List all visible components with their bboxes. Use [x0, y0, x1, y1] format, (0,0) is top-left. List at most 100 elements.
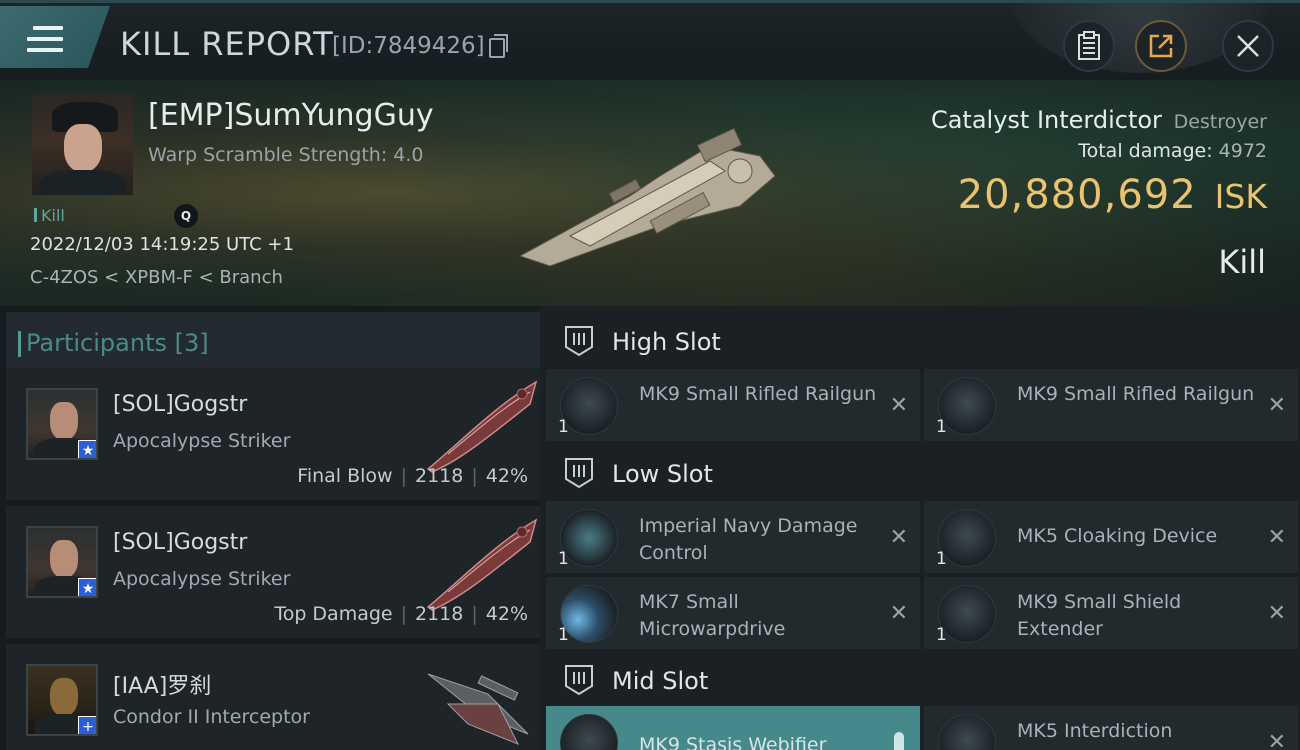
module-item[interactable]: 1 MK5 Cloaking Device ✕: [924, 501, 1298, 573]
remove-icon[interactable]: ✕: [1268, 525, 1286, 550]
participant-card[interactable]: ★ [SOL]Gogstr Apocalypse Striker Top Dam…: [6, 506, 540, 638]
victim-ship-name[interactable]: Catalyst Interdictor Destroyer: [931, 106, 1267, 134]
total-damage-value: 4972: [1218, 140, 1267, 162]
remove-icon[interactable]: ✕: [890, 601, 908, 626]
participants-title: Participants [3]: [18, 329, 209, 357]
report-id: [ID:7849426]: [332, 33, 485, 59]
module-item[interactable]: 1 MK9 Small Shield Extender ✕: [924, 577, 1298, 649]
total-damage-label: Total damage:: [1078, 140, 1213, 162]
victim-banner: [EMP]SumYungGuy Warp Scramble Strength: …: [0, 80, 1300, 306]
module-name: MK5 Cloaking Device: [1017, 525, 1218, 547]
victim-ship-image: [518, 127, 776, 267]
fitting-panel: High Slot 1 MK9 Small Rifled Railgun ✕ 1…: [540, 306, 1300, 750]
total-damage: Total damage: 4972: [1078, 140, 1267, 162]
victim-subtitle: Warp Scramble Strength: 4.0: [148, 144, 424, 166]
participant-percent: 42%: [485, 465, 528, 487]
high-slot-label: High Slot: [612, 328, 721, 356]
participants-panel: Participants [3] ★ [SOL]Gogstr Apocalyps…: [0, 306, 540, 750]
share-button[interactable]: [1135, 20, 1187, 72]
participant-ship: Apocalypse Striker: [113, 568, 291, 590]
participant-damage: 2118: [415, 603, 464, 625]
ship-class: Destroyer: [1173, 111, 1267, 133]
participant-name: [SOL]Gogstr: [113, 392, 248, 417]
participant-role: Final Blow: [297, 465, 393, 487]
slot-icon: [565, 665, 593, 696]
q-badge-icon[interactable]: Q: [174, 204, 198, 228]
menu-button[interactable]: [0, 6, 110, 68]
participant-stats: Top Damage | 2118 | 42%: [274, 603, 528, 625]
module-qty: 1: [936, 549, 947, 569]
participant-name: [SOL]Gogstr: [113, 530, 248, 555]
module-item[interactable]: 1 Imperial Navy Damage Control ✕: [546, 501, 920, 573]
participant-ship-image: [426, 518, 538, 611]
victim-name[interactable]: [EMP]SumYungGuy: [148, 98, 434, 133]
participant-ship: Apocalypse Striker: [113, 430, 291, 452]
module-name: MK9 Small Rifled Railgun: [1017, 383, 1255, 405]
module-item[interactable]: 1 MK9 Small Rifled Railgun ✕: [546, 369, 920, 441]
high-slot-header: High Slot: [546, 310, 1300, 370]
star-icon: ★: [78, 578, 96, 596]
module-item[interactable]: 1 MK9 Small Rifled Railgun ✕: [924, 369, 1298, 441]
kill-datetime: 2022/12/03 14:19:25 UTC +1: [30, 234, 294, 255]
slot-icon: [565, 326, 593, 357]
module-qty: 1: [936, 417, 947, 437]
module-item[interactable]: 1 MK7 Small Microwarpdrive ✕: [546, 577, 920, 649]
ship-name-text: Catalyst Interdictor: [930, 106, 1162, 134]
close-icon: [1237, 35, 1259, 57]
participant-role: Top Damage: [274, 603, 393, 625]
participant-damage: 2118: [415, 465, 464, 487]
module-item[interactable]: MK5 Interdiction ✕: [924, 706, 1298, 750]
participant-ship: Condor II Interceptor: [113, 706, 310, 728]
module-item[interactable]: MK9 Stasis Webifier: [546, 706, 920, 750]
participant-ship-image: [427, 673, 529, 745]
participant-stats: Final Blow | 2118 | 42%: [297, 465, 528, 487]
person-icon: [894, 732, 904, 750]
participant-card[interactable]: + [IAA]罗刹 Condor II Interceptor: [6, 644, 540, 750]
remove-icon[interactable]: ✕: [1268, 601, 1286, 626]
page-title: KILL REPORT: [120, 25, 334, 63]
module-name: MK7 Small Microwarpdrive: [639, 591, 786, 640]
isk-amount: 20,880,692: [957, 172, 1197, 218]
remove-icon[interactable]: ✕: [890, 525, 908, 550]
module-name: MK9 Small Shield Extender: [1017, 591, 1182, 640]
close-button[interactable]: [1222, 20, 1274, 72]
remove-icon[interactable]: ✕: [890, 393, 908, 418]
mid-slot-label: Mid Slot: [612, 667, 709, 695]
module-name: MK9 Stasis Webifier: [639, 734, 827, 750]
module-qty: 1: [558, 625, 569, 645]
avatar[interactable]: ★: [26, 526, 98, 598]
plus-icon: +: [78, 716, 96, 734]
clipboard-icon: [1078, 31, 1100, 60]
module-qty: 1: [558, 417, 569, 437]
avatar[interactable]: +: [26, 664, 98, 736]
isk-value: 20,880,692 ISK: [958, 172, 1267, 218]
remove-icon[interactable]: ✕: [1268, 730, 1286, 750]
module-name: MK9 Small Rifled Railgun: [639, 383, 877, 405]
copy-icon[interactable]: [489, 34, 508, 58]
menu-icon: [27, 26, 63, 59]
victim-portrait[interactable]: [32, 94, 133, 195]
clipboard-button[interactable]: [1063, 20, 1115, 72]
stasis-webifier-icon: [560, 714, 618, 750]
avatar[interactable]: ★: [26, 388, 98, 460]
slot-icon: [565, 458, 593, 489]
mid-slot-header: Mid Slot: [546, 649, 1300, 709]
remove-icon[interactable]: ✕: [1268, 393, 1286, 418]
kill-tag: Kill: [34, 206, 65, 225]
low-slot-label: Low Slot: [612, 460, 713, 488]
participants-header[interactable]: Participants [3]: [6, 312, 540, 372]
module-qty: 1: [558, 549, 569, 569]
share-icon: [1149, 34, 1173, 58]
participant-percent: 42%: [485, 603, 528, 625]
low-slot-header: Low Slot: [546, 442, 1300, 502]
module-name: MK5 Interdiction: [1017, 720, 1173, 742]
module-name: Imperial Navy Damage Control: [639, 515, 858, 564]
top-bar: KILL REPORT [ID:7849426]: [0, 0, 1300, 80]
participant-card[interactable]: ★ [SOL]Gogstr Apocalypse Striker Final B…: [6, 368, 540, 500]
module-qty: 1: [936, 625, 947, 645]
kill-location[interactable]: C-4ZOS < XPBM-F < Branch: [30, 267, 283, 288]
participant-ship-image: [426, 380, 538, 473]
result-label: Kill: [1218, 243, 1266, 281]
participant-name: [IAA]罗刹: [113, 674, 212, 699]
isk-unit: ISK: [1214, 177, 1267, 216]
